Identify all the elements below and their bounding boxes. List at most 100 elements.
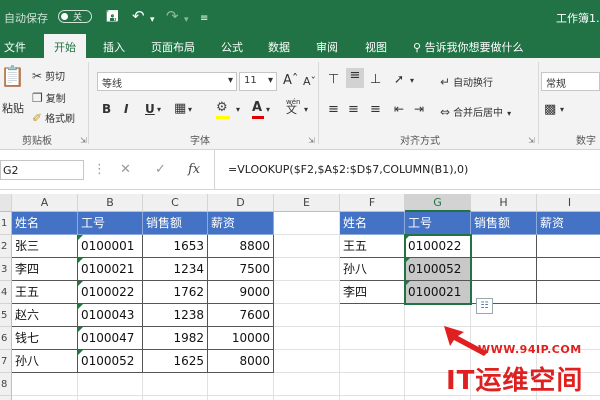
align-right-icon[interactable]: ≡ xyxy=(370,102,381,117)
empty-cell[interactable] xyxy=(12,396,78,400)
column-header-h[interactable]: H xyxy=(471,194,537,212)
tab-home[interactable]: 开始 xyxy=(44,34,86,58)
empty-cell[interactable] xyxy=(340,350,405,373)
table-header-cell[interactable]: 销售额 xyxy=(143,212,208,235)
table-cell[interactable]: 10000 xyxy=(208,327,274,350)
empty-cell[interactable] xyxy=(274,373,340,396)
row-header-6[interactable]: 6 xyxy=(0,327,12,350)
tab-review[interactable]: 审阅 xyxy=(316,39,338,55)
customize-toolbar-icon[interactable]: ≡ xyxy=(200,11,208,27)
name-box[interactable]: G2 xyxy=(0,160,84,180)
italic-button[interactable]: I xyxy=(124,102,128,116)
increase-indent-icon[interactable]: ⇥ xyxy=(414,102,424,116)
column-header-d[interactable]: D xyxy=(208,194,274,212)
table-cell[interactable]: 7500 xyxy=(208,258,274,281)
table-cell[interactable]: 0100047 xyxy=(78,327,143,350)
select-all-corner[interactable] xyxy=(0,194,12,212)
column-header-b[interactable]: B xyxy=(78,194,143,212)
table-cell[interactable]: 0100021 xyxy=(78,258,143,281)
currency-icon[interactable]: ▩ xyxy=(544,102,556,117)
align-middle-icon[interactable]: ≡ xyxy=(346,68,364,88)
column-header-e[interactable]: E xyxy=(274,194,340,212)
empty-cell[interactable] xyxy=(274,304,340,327)
table-cell[interactable]: 9000 xyxy=(208,281,274,304)
empty-cell[interactable] xyxy=(208,373,274,396)
currency-dropdown-icon[interactable]: ▾ xyxy=(560,105,564,114)
fill-dropdown-icon[interactable]: ▾ xyxy=(236,105,240,114)
align-center-icon[interactable]: ≡ xyxy=(348,102,359,117)
empty-cell[interactable] xyxy=(274,235,340,258)
lookup-cell[interactable]: 0100052 xyxy=(405,258,471,281)
underline-button[interactable]: U xyxy=(145,102,155,116)
lookup-header-cell[interactable]: 工号 xyxy=(405,212,471,235)
align-top-icon[interactable]: ⊤ xyxy=(328,72,339,87)
empty-cell[interactable] xyxy=(340,304,405,327)
font-name-select[interactable]: 等线 ▾ xyxy=(97,72,237,91)
lookup-header-cell[interactable]: 销售额 xyxy=(471,212,537,235)
empty-cell[interactable] xyxy=(143,373,208,396)
tab-view[interactable]: 视图 xyxy=(365,39,387,55)
orientation-icon[interactable]: ➚ xyxy=(394,72,404,86)
row-header-5[interactable]: 5 xyxy=(0,304,12,327)
underline-dropdown-icon[interactable]: ▾ xyxy=(157,105,161,114)
paste-icon[interactable]: 📋 xyxy=(0,64,25,88)
tell-me-search[interactable]: ⚲ 告诉我你想要做什么 xyxy=(413,39,524,55)
cut-button[interactable]: ✂ 剪切 xyxy=(32,68,65,83)
table-cell[interactable]: 1234 xyxy=(143,258,208,281)
empty-cell[interactable] xyxy=(340,327,405,350)
number-format-select[interactable]: 常规 xyxy=(541,72,600,91)
lookup-header-cell[interactable]: 薪资 xyxy=(537,212,600,235)
row-header-4[interactable]: 4 xyxy=(0,281,12,304)
column-header-c[interactable]: C xyxy=(143,194,208,212)
formula-input[interactable]: =VLOOKUP($F2,$A$2:$D$7,COLUMN(B1),0) xyxy=(228,163,468,176)
paste-button[interactable]: 粘贴 xyxy=(2,100,24,116)
row-header-1[interactable]: 1 xyxy=(0,212,12,235)
wrap-text-button[interactable]: ↵ 自动换行 xyxy=(440,74,493,89)
column-header-g[interactable]: G xyxy=(405,194,471,212)
align-left-icon[interactable]: ≡ xyxy=(328,102,339,117)
row-header-7[interactable]: 7 xyxy=(0,350,12,373)
copy-button[interactable]: ❐ 复制 xyxy=(32,90,66,105)
phonetic-icon[interactable]: wén 文 xyxy=(286,98,300,115)
table-cell[interactable]: 8800 xyxy=(208,235,274,258)
empty-cell[interactable] xyxy=(274,327,340,350)
fill-color-icon[interactable]: ⚙ xyxy=(216,100,230,119)
insert-function-icon[interactable]: fx xyxy=(188,162,200,177)
increase-font-icon[interactable]: Aˆ xyxy=(283,73,298,88)
lookup-cell[interactable] xyxy=(471,235,537,258)
clipboard-launcher-icon[interactable]: ⇲ xyxy=(80,136,87,145)
table-cell[interactable]: 1625 xyxy=(143,350,208,373)
save-icon[interactable]: 🖪 xyxy=(106,8,119,24)
undo-icon[interactable]: ↶ xyxy=(132,8,145,24)
empty-cell[interactable] xyxy=(143,396,208,400)
cancel-icon[interactable]: ✕ xyxy=(120,162,131,177)
undo-dropdown-icon[interactable]: ▾ xyxy=(150,12,155,28)
align-bottom-icon[interactable]: ⊥ xyxy=(370,72,381,87)
table-cell[interactable]: 1238 xyxy=(143,304,208,327)
empty-cell[interactable] xyxy=(274,212,340,235)
paste-options-icon[interactable]: ☷ xyxy=(476,298,493,314)
row-header-2[interactable]: 2 xyxy=(0,235,12,258)
tab-formulas[interactable]: 公式 xyxy=(221,39,243,55)
row-header-9[interactable]: 9 xyxy=(0,396,12,400)
lookup-cell[interactable] xyxy=(471,258,537,281)
table-cell[interactable]: 钱七 xyxy=(12,327,78,350)
bold-button[interactable]: B xyxy=(102,102,111,116)
phonetic-dropdown-icon[interactable]: ▾ xyxy=(304,105,308,114)
font-color-dropdown-icon[interactable]: ▾ xyxy=(266,105,270,114)
font-size-select[interactable]: 11 ▾ xyxy=(239,72,277,91)
alignment-launcher-icon[interactable]: ⇲ xyxy=(528,136,535,145)
empty-cell[interactable] xyxy=(537,304,600,327)
column-header-i[interactable]: I xyxy=(537,194,600,212)
orientation-dropdown-icon[interactable]: ▾ xyxy=(410,76,414,85)
borders-dropdown-icon[interactable]: ▾ xyxy=(188,105,192,114)
lookup-cell[interactable]: 李四 xyxy=(340,281,405,304)
table-cell[interactable]: 孙八 xyxy=(12,350,78,373)
table-header-cell[interactable]: 薪资 xyxy=(208,212,274,235)
lookup-cell[interactable]: 0100022 xyxy=(405,235,471,258)
table-cell[interactable]: 1982 xyxy=(143,327,208,350)
enter-icon[interactable]: ✓ xyxy=(155,162,166,177)
table-cell[interactable]: 张三 xyxy=(12,235,78,258)
empty-cell[interactable] xyxy=(274,396,340,400)
lookup-cell[interactable] xyxy=(537,281,600,304)
